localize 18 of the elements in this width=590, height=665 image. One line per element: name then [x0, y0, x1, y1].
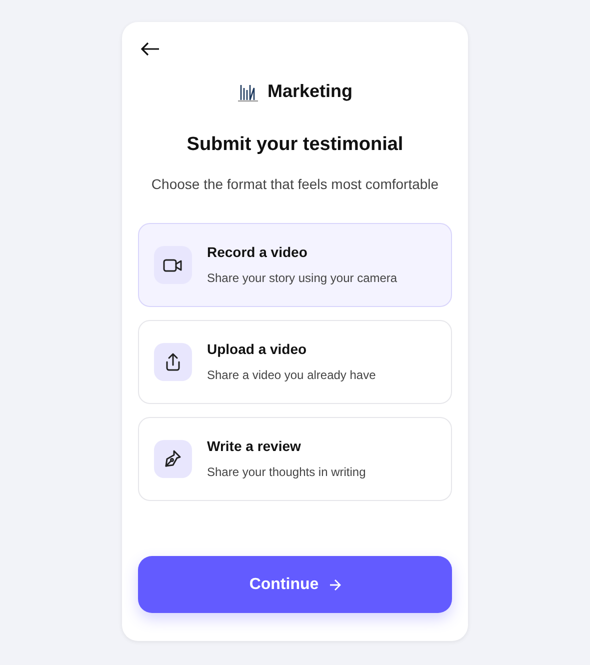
continue-button[interactable]: Continue [138, 556, 452, 613]
arrow-right-icon [328, 578, 341, 590]
option-title: Record a video [207, 243, 308, 262]
video-camera-icon [154, 246, 192, 284]
option-description: Share a video you already have [207, 367, 376, 384]
option-title: Write a review [207, 437, 302, 456]
option-description: Share your thoughts in writing [207, 464, 366, 481]
pen-nib-icon [154, 440, 192, 478]
back-arrow-icon[interactable] [140, 40, 160, 58]
option-title: Upload a video [207, 340, 308, 359]
option-card[interactable]: Record a video Share your story using your camera [138, 222, 452, 306]
brand-name: Marketing [267, 80, 353, 103]
option-card[interactable]: Upload a video Share a video you already have [138, 320, 452, 404]
share-upload-icon [154, 342, 192, 380]
option-card[interactable]: Write a review Share your thoughts in writing [138, 416, 452, 500]
page-title: Submit your testimonial [186, 133, 404, 157]
option-description: Share your story using your camera [207, 270, 398, 287]
subtitle: Choose the format that feels most comfortable [150, 174, 440, 194]
